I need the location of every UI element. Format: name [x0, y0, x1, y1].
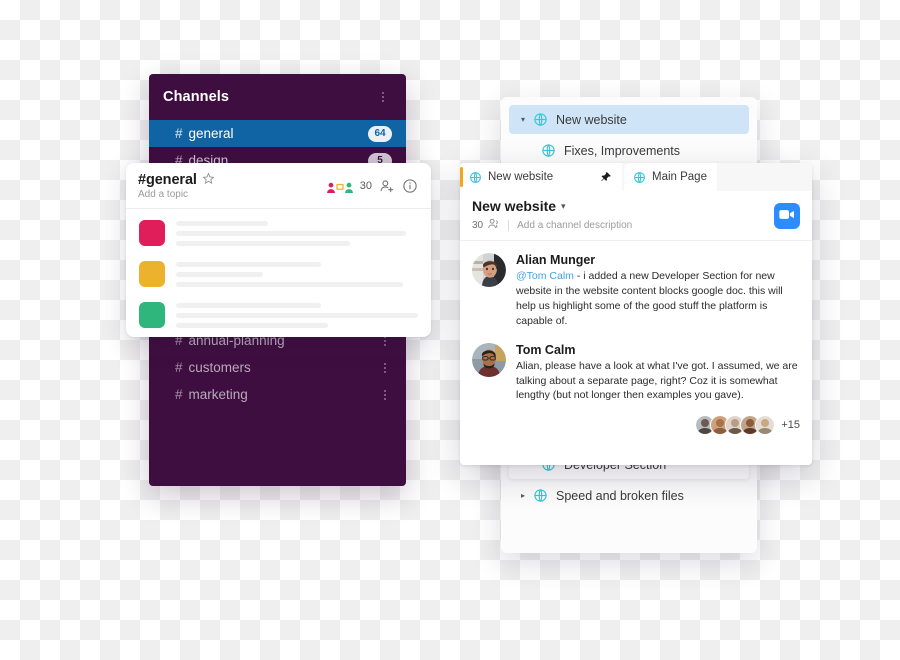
topic-placeholder[interactable]: Add a topic — [138, 189, 327, 200]
avatar — [139, 220, 165, 246]
tab-label: New website — [488, 171, 554, 183]
tree-item-new-website[interactable]: ▾ New website — [509, 105, 749, 134]
sidebar-item-label: general — [188, 126, 234, 141]
page-title: #general — [138, 171, 197, 188]
video-camera-icon — [779, 207, 795, 225]
avatar — [139, 261, 165, 287]
skeleton-lines — [176, 302, 418, 333]
sidebar-title: Channels — [163, 89, 230, 105]
general-header-left: #general Add a topic — [138, 172, 327, 200]
skeleton-lines — [176, 220, 418, 251]
message-author: Alian Munger — [516, 253, 596, 267]
mention-separator: - — [573, 270, 584, 282]
hash-icon: # — [175, 387, 183, 402]
info-circle-icon[interactable] — [402, 178, 418, 194]
member-count: 30 — [359, 179, 372, 192]
globe-icon — [469, 171, 482, 184]
add-person-icon[interactable] — [379, 178, 395, 194]
tab-new-website[interactable]: New website — [460, 163, 622, 191]
pin-icon[interactable] — [600, 171, 612, 183]
members-icon — [488, 218, 500, 232]
chat-panel: New website Main Page New website ▾ 30 A… — [460, 163, 812, 465]
chevron-down-icon[interactable]: ▾ — [521, 115, 531, 124]
hash-icon: # — [175, 126, 183, 141]
star-outline-icon[interactable] — [202, 172, 215, 187]
mockup-stage: Channels # general 64 # design 5 # proj-… — [0, 0, 900, 660]
kebab-menu-icon[interactable] — [378, 387, 392, 403]
chevron-down-icon[interactable]: ▾ — [561, 201, 566, 212]
general-panel-header: #general Add a topic 30 — [126, 163, 431, 209]
chat-header: New website ▾ 30 Add a channel descripti… — [460, 191, 812, 241]
reactor-avatar[interactable] — [755, 415, 776, 436]
list-item — [139, 220, 418, 251]
message-body: Tom Calm Alian, please have a look at wh… — [516, 343, 800, 404]
video-call-button[interactable] — [774, 203, 800, 229]
tree-item-label: Speed and broken files — [556, 488, 684, 503]
message-body: Alian Munger @Tom Calm - i added a new D… — [516, 253, 800, 329]
message-text: Alian, please have a look at what I've g… — [516, 359, 800, 404]
mention-link[interactable]: @Tom Calm — [516, 270, 574, 282]
chat-subheader: 30 Add a channel description — [472, 218, 800, 232]
general-message-skeleton-list — [126, 209, 431, 333]
unread-badge: 64 — [368, 125, 392, 142]
message-body-text: Alian, please have a look at what I've g… — [516, 359, 798, 402]
user-avatar-tom[interactable] — [472, 342, 506, 377]
kebab-menu-icon[interactable] — [378, 360, 392, 376]
message-list: Alian Munger @Tom Calm - i added a new D… — [460, 241, 812, 403]
avatar — [139, 302, 165, 328]
channel-title-row[interactable]: New website ▾ — [472, 198, 800, 214]
divider — [508, 219, 510, 231]
tree-item-fixes-improvements[interactable]: Fixes, Improvements — [509, 136, 749, 165]
message-item: Tom Calm Alian, please have a look at wh… — [472, 342, 800, 404]
globe-icon — [533, 488, 548, 503]
tab-label: Main Page — [652, 171, 707, 183]
tab-main-page[interactable]: Main Page — [624, 163, 717, 191]
globe-icon — [633, 171, 646, 184]
tree-item-label: Fixes, Improvements — [564, 143, 681, 158]
channel-title: New website — [472, 198, 557, 214]
hash-icon: # — [175, 360, 183, 375]
reactors-row: +15 — [460, 415, 812, 436]
sidebar-item-label: marketing — [188, 387, 248, 402]
sidebar-item-general[interactable]: # general 64 — [149, 120, 406, 147]
globe-icon — [541, 143, 556, 158]
general-title-line: #general — [138, 172, 327, 188]
sidebar-item-customers[interactable]: # customers — [149, 354, 406, 381]
message-author: Tom Calm — [516, 342, 576, 357]
tree-item-label: New website — [556, 112, 627, 127]
message-text: @Tom Calm - i added a new Developer Sect… — [516, 269, 800, 329]
globe-icon — [533, 112, 548, 127]
chat-tabbar: New website Main Page — [460, 163, 812, 191]
user-avatar-alian[interactable] — [472, 253, 506, 287]
general-header-right: 30 — [326, 178, 418, 194]
sidebar-item-label: customers — [188, 360, 251, 375]
message-item: Alian Munger @Tom Calm - i added a new D… — [472, 253, 800, 329]
reactor-overflow-count[interactable]: +15 — [781, 419, 800, 431]
skeleton-lines — [176, 261, 418, 292]
sidebar-item-marketing[interactable]: # marketing — [149, 381, 406, 408]
channel-description-placeholder[interactable]: Add a channel description — [517, 220, 632, 231]
chevron-right-icon[interactable]: ▸ — [521, 491, 531, 500]
general-channel-panel: #general Add a topic 30 — [126, 163, 431, 337]
list-item — [139, 261, 418, 292]
list-item — [139, 302, 418, 333]
member-count: 30 — [472, 219, 484, 231]
tree-item-speed-and-broken-files[interactable]: ▸ Speed and broken files — [509, 481, 749, 510]
sidebar-header: Channels — [149, 74, 406, 120]
people-group-icon[interactable] — [326, 178, 353, 193]
kebab-menu-icon[interactable] — [376, 89, 390, 105]
